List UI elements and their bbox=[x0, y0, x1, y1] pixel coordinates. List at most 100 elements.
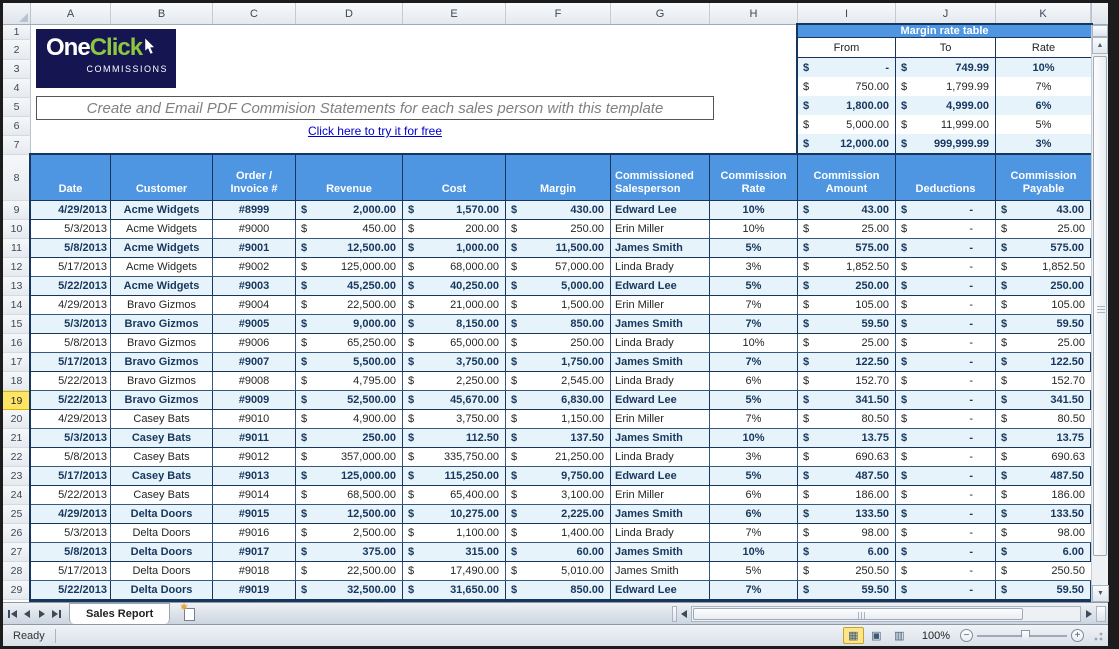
cell-cost[interactable]: $31,650.00 bbox=[403, 581, 506, 599]
cell-salesperson[interactable]: James Smith bbox=[611, 429, 710, 447]
cell-commission-amount[interactable]: $105.00 bbox=[798, 296, 896, 314]
cell-commission-payable[interactable]: $59.50 bbox=[996, 315, 1091, 333]
cell-date[interactable]: 4/29/2013 bbox=[31, 296, 111, 314]
cell-deductions[interactable]: $- bbox=[896, 334, 996, 352]
cell-salesperson[interactable]: Linda Brady bbox=[611, 524, 710, 542]
cell-deductions[interactable]: $- bbox=[896, 448, 996, 466]
cell-deductions[interactable]: $- bbox=[896, 562, 996, 580]
cell-to[interactable]: $999,999.99 bbox=[896, 134, 996, 153]
cell-date[interactable]: 4/29/2013 bbox=[31, 201, 111, 219]
cell-deductions[interactable]: $- bbox=[896, 543, 996, 561]
cell-salesperson[interactable]: Edward Lee bbox=[611, 581, 710, 599]
zoom-slider[interactable] bbox=[977, 635, 1067, 637]
cell-order-invoice[interactable]: #9017 bbox=[213, 543, 296, 561]
cell-commission-payable[interactable]: $105.00 bbox=[996, 296, 1091, 314]
cell-customer[interactable]: Delta Doors bbox=[111, 505, 213, 523]
cell-cost[interactable]: $335,750.00 bbox=[403, 448, 506, 466]
cell-to[interactable]: $4,999.00 bbox=[896, 96, 996, 115]
cell-order-invoice[interactable]: #9004 bbox=[213, 296, 296, 314]
cell-revenue[interactable]: $12,500.00 bbox=[296, 505, 403, 523]
cell-deductions[interactable]: $- bbox=[896, 258, 996, 276]
cell-order-invoice[interactable]: #9005 bbox=[213, 315, 296, 333]
header-customer[interactable]: Customer bbox=[111, 155, 213, 200]
cell-date[interactable]: 5/8/2013 bbox=[31, 448, 111, 466]
cell-salesperson[interactable]: Edward Lee bbox=[611, 277, 710, 295]
cell-commission-rate[interactable]: 6% bbox=[710, 486, 798, 504]
header-order-invoice[interactable]: Order / Invoice # bbox=[213, 155, 296, 200]
cell-commission-amount[interactable]: $43.00 bbox=[798, 201, 896, 219]
cell-revenue[interactable]: $450.00 bbox=[296, 220, 403, 238]
cell-deductions[interactable]: $- bbox=[896, 410, 996, 428]
cell-commission-rate[interactable]: 7% bbox=[710, 315, 798, 333]
row-header[interactable]: 18 bbox=[3, 372, 31, 391]
header-cost[interactable]: Cost bbox=[403, 155, 506, 200]
header-commission-amount[interactable]: Commission Amount bbox=[798, 155, 896, 200]
row-header[interactable]: 29 bbox=[3, 581, 31, 600]
row-header[interactable]: 4 bbox=[3, 79, 31, 98]
cell-revenue[interactable]: $9,000.00 bbox=[296, 315, 403, 333]
cell-salesperson[interactable]: Linda Brady bbox=[611, 448, 710, 466]
page-break-view-button[interactable]: ▥ bbox=[889, 627, 910, 644]
cell-cost[interactable]: $112.50 bbox=[403, 429, 506, 447]
cell-revenue[interactable]: $357,000.00 bbox=[296, 448, 403, 466]
cell-revenue[interactable]: $68,500.00 bbox=[296, 486, 403, 504]
cell-commission-rate[interactable]: 5% bbox=[710, 239, 798, 257]
cell-commission-amount[interactable]: $122.50 bbox=[798, 353, 896, 371]
cell-to[interactable]: $11,999.00 bbox=[896, 115, 996, 134]
cell-commission-rate[interactable]: 5% bbox=[710, 277, 798, 295]
cell-date[interactable]: 5/8/2013 bbox=[31, 543, 111, 561]
cell-date[interactable]: 5/22/2013 bbox=[31, 486, 111, 504]
cell-commission-payable[interactable]: $250.50 bbox=[996, 562, 1091, 580]
cell-customer[interactable]: Casey Bats bbox=[111, 467, 213, 485]
column-header-b[interactable]: B bbox=[111, 3, 213, 24]
cell-cost[interactable]: $2,250.00 bbox=[403, 372, 506, 390]
cell-commission-rate[interactable]: 6% bbox=[710, 372, 798, 390]
split-handle-horizontal[interactable] bbox=[1096, 606, 1106, 622]
cell-salesperson[interactable]: Edward Lee bbox=[611, 467, 710, 485]
cell-margin[interactable]: $850.00 bbox=[506, 315, 611, 333]
row-header[interactable]: 5 bbox=[3, 98, 31, 117]
cell-order-invoice[interactable]: #9008 bbox=[213, 372, 296, 390]
cell-commission-amount[interactable]: $25.00 bbox=[798, 220, 896, 238]
cell-to[interactable]: $1,799.99 bbox=[896, 77, 996, 96]
cell-commission-amount[interactable]: $250.50 bbox=[798, 562, 896, 580]
cell-deductions[interactable]: $- bbox=[896, 429, 996, 447]
insert-worksheet-button[interactable]: ✱ bbox=[182, 606, 197, 622]
cell-cost[interactable]: $65,400.00 bbox=[403, 486, 506, 504]
column-header-f[interactable]: F bbox=[506, 3, 611, 24]
cell-salesperson[interactable]: James Smith bbox=[611, 562, 710, 580]
vertical-scrollbar-thumb[interactable] bbox=[1093, 56, 1107, 556]
cell-salesperson[interactable]: James Smith bbox=[611, 315, 710, 333]
cell-margin[interactable]: $1,500.00 bbox=[506, 296, 611, 314]
cell-date[interactable]: 5/8/2013 bbox=[31, 334, 111, 352]
cell-margin[interactable]: $5,000.00 bbox=[506, 277, 611, 295]
header-commission-rate[interactable]: Commission Rate bbox=[710, 155, 798, 200]
cell-salesperson[interactable]: James Smith bbox=[611, 543, 710, 561]
row-header[interactable]: 16 bbox=[3, 334, 31, 353]
cell-commission-rate[interactable]: 3% bbox=[710, 258, 798, 276]
cell-order-invoice[interactable]: #9016 bbox=[213, 524, 296, 542]
row-header[interactable]: 21 bbox=[3, 429, 31, 448]
cell-revenue[interactable]: $375.00 bbox=[296, 543, 403, 561]
cell-salesperson[interactable]: Erin Miller bbox=[611, 296, 710, 314]
cell-order-invoice[interactable]: #9002 bbox=[213, 258, 296, 276]
header-margin[interactable]: Margin bbox=[506, 155, 611, 200]
cell-revenue[interactable]: $2,500.00 bbox=[296, 524, 403, 542]
row-header[interactable]: 6 bbox=[3, 117, 31, 136]
cell-revenue[interactable]: $12,500.00 bbox=[296, 239, 403, 257]
cell-commission-rate[interactable]: 7% bbox=[710, 296, 798, 314]
cell-commission-rate[interactable]: 10% bbox=[710, 334, 798, 352]
cell-commission-amount[interactable]: $1,852.50 bbox=[798, 258, 896, 276]
cell-margin[interactable]: $137.50 bbox=[506, 429, 611, 447]
column-header-a[interactable]: A bbox=[31, 3, 111, 24]
row-header[interactable]: 1 bbox=[3, 25, 31, 40]
page-layout-view-button[interactable]: ▣ bbox=[866, 627, 887, 644]
cell-margin[interactable]: $1,150.00 bbox=[506, 410, 611, 428]
cell-commission-amount[interactable]: $59.50 bbox=[798, 581, 896, 599]
cell-cost[interactable]: $1,100.00 bbox=[403, 524, 506, 542]
cell-commission-payable[interactable]: $25.00 bbox=[996, 334, 1091, 352]
cell-commission-amount[interactable]: $25.00 bbox=[798, 334, 896, 352]
horizontal-scrollbar[interactable] bbox=[691, 606, 1081, 622]
cell-commission-rate[interactable]: 5% bbox=[710, 391, 798, 409]
cell-margin[interactable]: $9,750.00 bbox=[506, 467, 611, 485]
